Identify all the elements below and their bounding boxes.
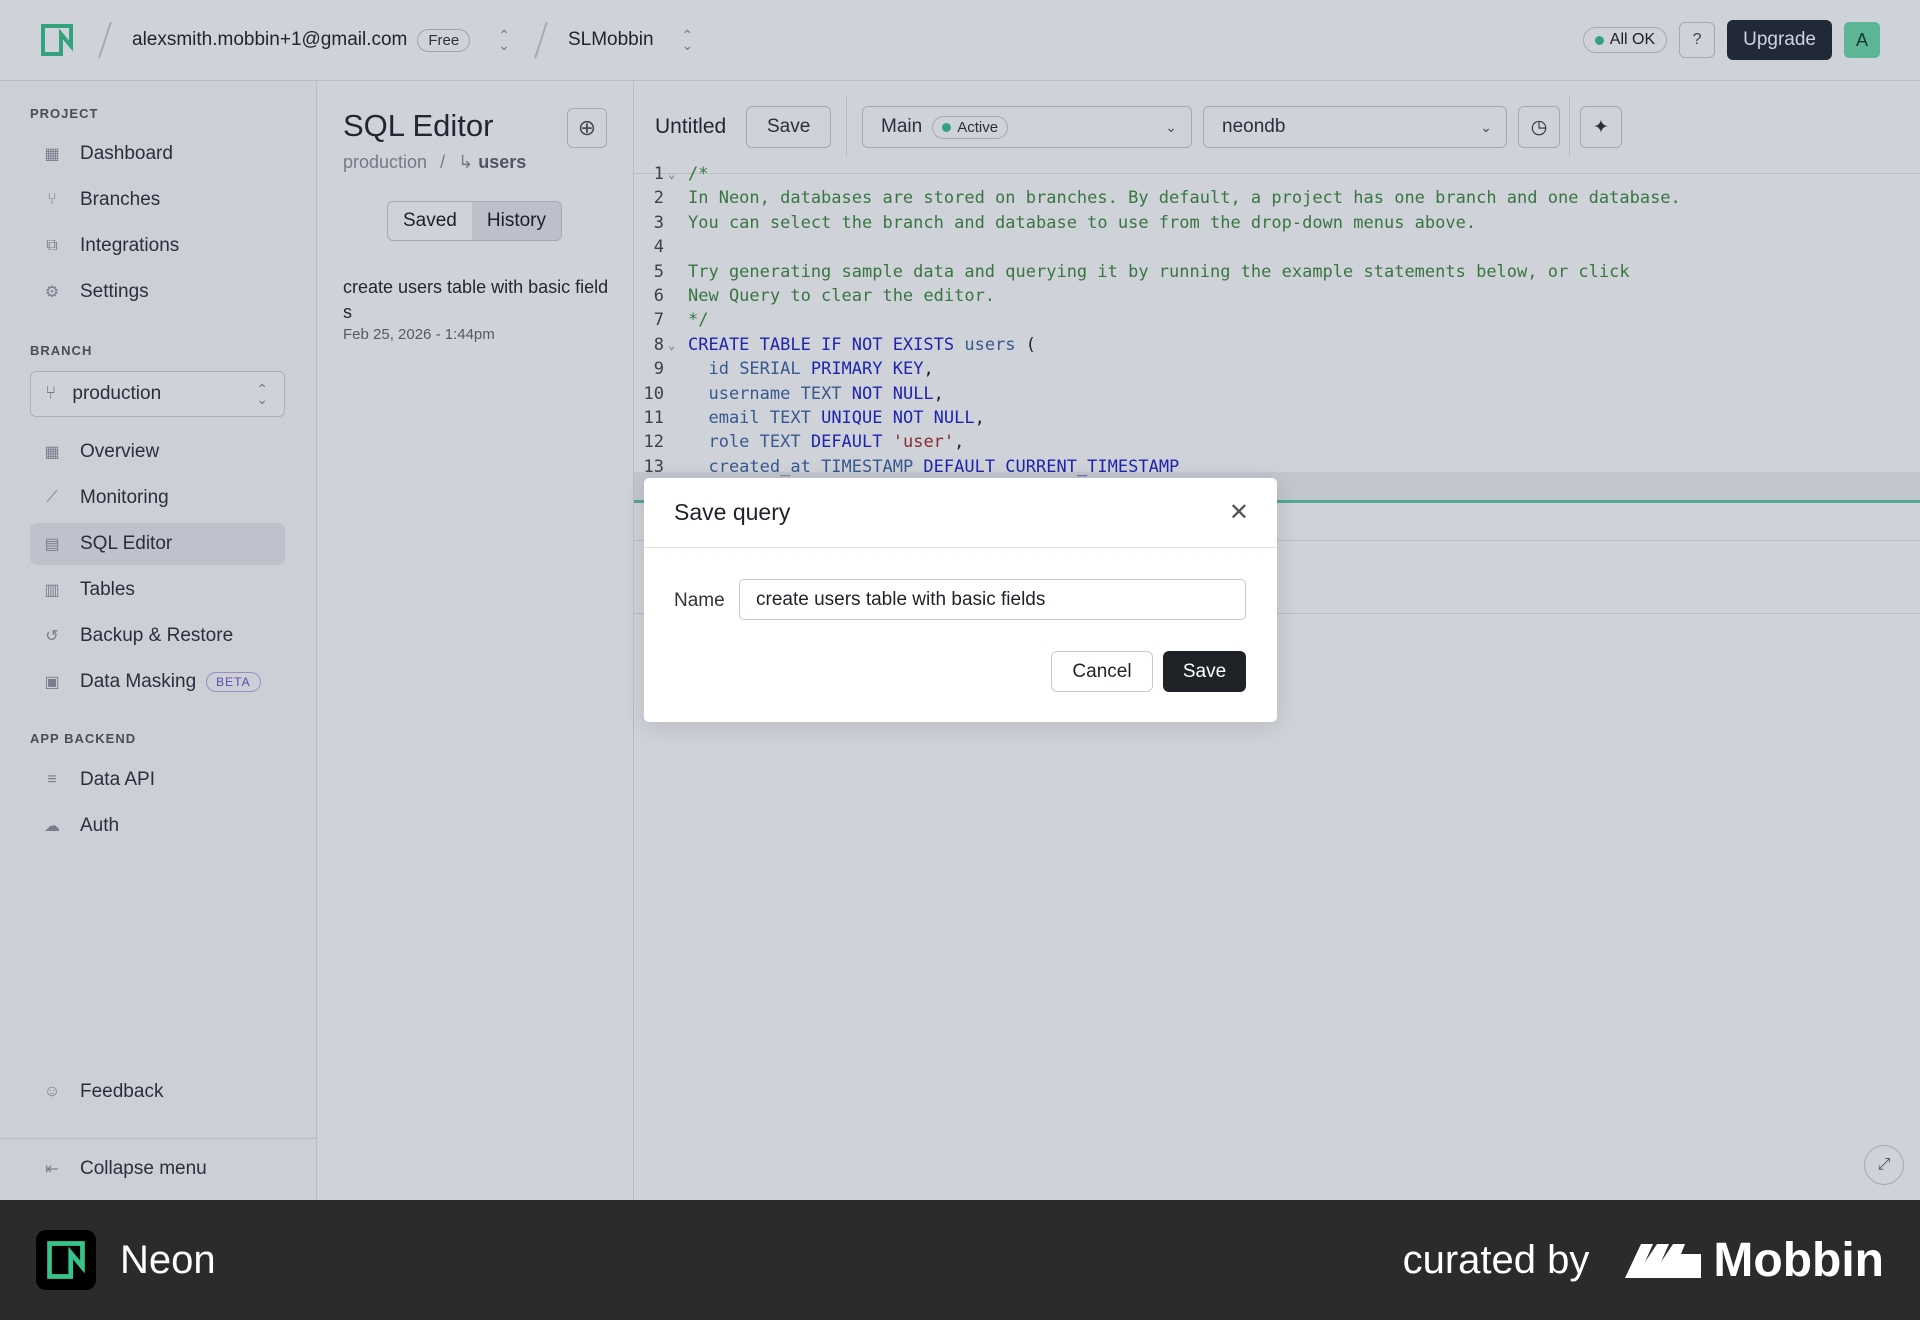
dialog-header: Save query ✕ — [644, 478, 1277, 548]
mobbin-mark-icon — [1625, 1244, 1702, 1278]
name-label: Name — [674, 590, 725, 611]
cancel-button[interactable]: Cancel — [1051, 651, 1153, 692]
dialog-title: Save query — [674, 499, 791, 525]
neon-logo-icon — [36, 1230, 96, 1290]
footer-app-name: Neon — [120, 1237, 216, 1282]
save-query-dialog: Save query ✕ Name Cancel Save — [644, 478, 1277, 722]
save-button[interactable]: Save — [1163, 651, 1246, 692]
mobbin-logo: Mobbin — [1623, 1233, 1884, 1288]
close-icon[interactable]: ✕ — [1229, 498, 1249, 527]
query-name-input[interactable] — [739, 579, 1246, 620]
footer-banner: Neon curated by Mobbin — [0, 1200, 1920, 1320]
mobbin-wordmark: Mobbin — [1713, 1233, 1884, 1287]
curated-by-label: curated by — [1402, 1237, 1590, 1282]
